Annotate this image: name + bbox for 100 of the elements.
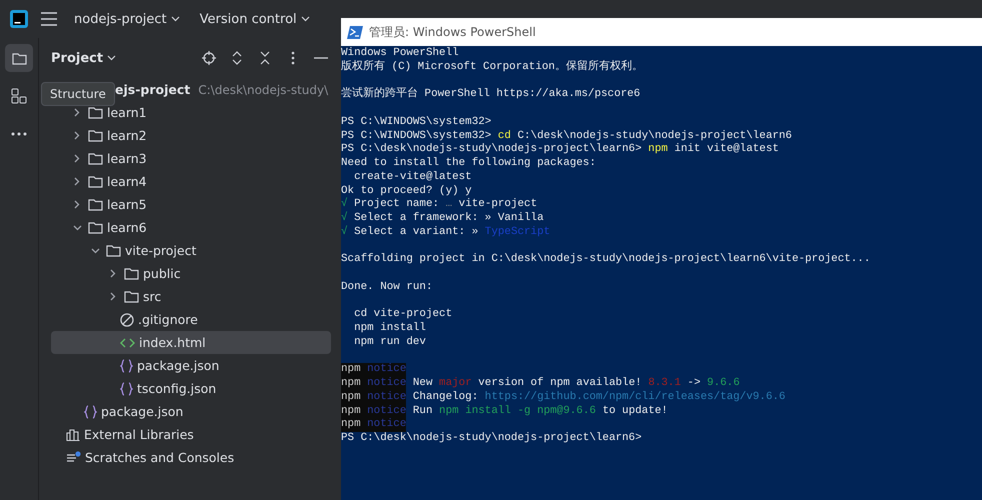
version-control-dropdown[interactable]: Version control (196, 10, 314, 28)
console-text: Select a framework: » Vanilla (353, 212, 544, 226)
console-text: PS C:\desk\nodejs-study\nodejs-project\learn6> (341, 432, 642, 446)
window-title: 管理员: Windows PowerShell (369, 24, 536, 40)
tree-item[interactable]: External Libraries (51, 423, 331, 446)
console-text: npm (341, 390, 361, 404)
item-label: learn4 (107, 174, 147, 189)
minus-icon (314, 57, 328, 59)
console-text: PS C:\WINDOWS\system32> (341, 130, 492, 143)
tree-item[interactable]: src (51, 285, 331, 308)
console-text: cd (498, 130, 511, 143)
item-label: learn3 (107, 151, 147, 166)
console-text: Run (412, 404, 434, 418)
console-text: to update! (601, 404, 668, 418)
console-text: 9.6.6 (707, 377, 740, 391)
console-text: Windows PowerShell (341, 47, 459, 60)
tree-item[interactable]: learn6 (51, 216, 331, 239)
expand-icon (232, 51, 242, 65)
tree-item[interactable]: Scratches and Consoles (51, 446, 331, 469)
folder-icon (88, 106, 103, 119)
console-text: TypeScript (484, 226, 550, 240)
tree-item[interactable]: .gitignore (51, 308, 331, 331)
tree-item[interactable]: package.json (51, 354, 331, 377)
folder-icon (12, 52, 26, 64)
console-text: https://github.com/npm/cli/releases/tag/v9.6.6 (484, 390, 786, 404)
console-text: Need to install the following packages: (341, 157, 596, 171)
console-text: … (446, 198, 452, 212)
blocks-icon (11, 88, 27, 104)
console-text: cd vite-project (353, 308, 452, 322)
chevron-right-icon (110, 292, 116, 301)
console-text: major (439, 377, 472, 391)
folder-icon (88, 221, 103, 234)
item-label: package.json (137, 358, 220, 373)
bar-chart-icon (66, 428, 80, 441)
console-text: Done. Now run: (341, 280, 432, 294)
powershell-icon (347, 26, 363, 38)
chevron-right-icon (74, 200, 80, 209)
console-text: Changelog: (412, 390, 480, 404)
chevron-down-icon (72, 224, 82, 230)
braces-icon (120, 382, 133, 396)
tree-item[interactable]: learn2 (51, 124, 331, 147)
console-text: npm (341, 404, 361, 418)
console-text: √ (341, 198, 348, 211)
locate-button[interactable] (199, 48, 219, 68)
console-text: PS C:\desk\nodejs-study\nodejs-project\learn6> (341, 143, 643, 157)
folder-icon (88, 152, 103, 165)
console-text: npm install -g npm@9.6.6 (439, 404, 596, 418)
tree-item[interactable]: index.html (51, 331, 331, 354)
crosshair-icon (202, 51, 216, 65)
tree-item[interactable]: package.json (51, 400, 331, 423)
chevron-right-icon (74, 108, 80, 117)
caret-icon (107, 55, 116, 61)
console-text: New (412, 377, 434, 391)
tree-item[interactable]: learn5 (51, 193, 331, 216)
item-label: index.html (139, 335, 206, 350)
collapse-icon (260, 51, 270, 65)
console-text: Project name: (353, 198, 440, 212)
project-view-dropdown[interactable]: Project (51, 50, 116, 66)
caret-icon (300, 16, 310, 22)
prohibited-icon (120, 312, 134, 326)
chevron-right-icon (74, 154, 80, 163)
item-label: learn1 (107, 105, 147, 120)
console-text: npm (341, 377, 361, 391)
chevron-right-icon (74, 131, 80, 140)
console-text: Scaffolding project in C:\desk\nodejs-study\nodejs-project\learn6\vite-project... (341, 253, 870, 267)
tree-item[interactable]: tsconfig.json (51, 377, 331, 400)
console-text: npm (341, 363, 361, 377)
item-label: ejs-project (115, 82, 190, 97)
console-text: notice (360, 363, 406, 377)
console-text: npm (648, 143, 668, 157)
console-text: √ (341, 226, 348, 240)
tree-item[interactable]: learn3 (51, 147, 331, 170)
item-label: package.json (101, 404, 184, 419)
app-logo-icon[interactable] (10, 10, 28, 28)
console-text: Select a variant: » (353, 226, 480, 240)
item-label: vite-project (125, 243, 196, 258)
chevron-down-icon (90, 248, 100, 254)
console-text: √ (341, 212, 348, 225)
item-label: src (143, 289, 162, 304)
kebab-icon (291, 51, 295, 65)
item-path: C:\desk\nodejs-study\ (198, 82, 328, 96)
menu-icon[interactable] (40, 12, 58, 26)
folder-icon (124, 267, 139, 280)
tooltip: Structure (41, 82, 115, 106)
caret-icon (170, 16, 180, 22)
folder-icon (106, 244, 121, 257)
console-text: notice (360, 418, 406, 432)
folder-icon (88, 198, 103, 211)
tree-item[interactable]: learn4 (51, 170, 331, 193)
item-label: .gitignore (138, 312, 198, 327)
console-text: notice (360, 404, 406, 418)
item-label: Scratches and Consoles (85, 450, 234, 465)
folder-tool-button[interactable] (5, 44, 33, 72)
console-text: npm run dev (353, 336, 426, 350)
console-text: Ok to proceed? (y) y (341, 184, 472, 197)
project-dropdown[interactable]: nodejs-project (70, 10, 184, 28)
console-text: version of npm available! (477, 377, 643, 391)
tree-item[interactable]: public (51, 262, 331, 285)
braces-icon (84, 404, 97, 418)
tree-item[interactable]: vite-project (51, 239, 331, 262)
